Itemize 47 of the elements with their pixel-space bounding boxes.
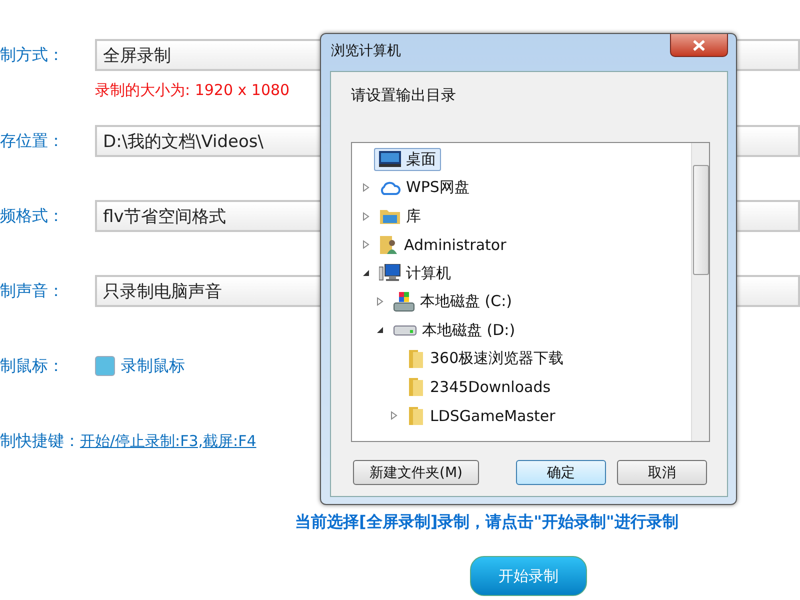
dialog-button[interactable]: 取消	[617, 460, 707, 485]
folder-icon	[407, 377, 425, 398]
field-label: 存位置：	[0, 130, 65, 152]
tree-item[interactable]: 库	[374, 204, 426, 228]
folder-icon	[379, 207, 401, 226]
tree-item[interactable]: LDSGameMaster	[402, 404, 560, 428]
drive-icon	[393, 292, 415, 312]
tree-item[interactable]: 本地磁盘 (C:)	[388, 290, 517, 314]
collapsed-triangle-icon[interactable]	[362, 240, 370, 250]
window-title: 浏览计算机	[331, 42, 401, 60]
collapsed-triangle-icon[interactable]	[362, 212, 370, 221]
field-label: 制快捷键：	[0, 430, 80, 452]
folder-icon	[407, 406, 425, 426]
tree-item[interactable]: Administrator	[374, 232, 512, 257]
tree-item[interactable]: 360极速浏览器下载	[402, 346, 569, 371]
collapsed-triangle-icon[interactable]	[390, 411, 398, 420]
computer-icon	[379, 264, 401, 282]
expanded-triangle-icon[interactable]	[376, 326, 384, 334]
status-message: 当前选择[全屏录制]录制，请点击"开始录制"进行录制	[295, 512, 678, 533]
prompt-text: 请设置输出目录	[351, 86, 456, 105]
monitor-icon	[379, 151, 401, 168]
tree-item[interactable]: 桌面	[374, 148, 441, 171]
field-label: 频格式：	[0, 206, 65, 226]
close-button[interactable]	[670, 34, 728, 57]
drive-icon	[393, 324, 417, 336]
expanded-triangle-icon[interactable]	[362, 269, 370, 278]
tree-item[interactable]: WPS网盘	[374, 176, 474, 200]
close-icon	[693, 40, 705, 50]
tree-item[interactable]: 本地磁盘 (D:)	[388, 318, 520, 342]
field-label: 制鼠标：	[0, 356, 65, 376]
hotkey-link[interactable]: 开始/停止录制:F3,截屏:F4	[80, 432, 256, 450]
dialog-button[interactable]: 确定	[516, 460, 606, 485]
dialog-button[interactable]: 新建文件夹(M)	[353, 460, 479, 485]
field-label: 制声音：	[0, 280, 65, 302]
size-note: 录制的大小为: 1920 x 1080	[95, 80, 290, 100]
checkbox-label[interactable]: 录制鼠标	[121, 356, 185, 376]
folder-icon	[407, 348, 425, 369]
user-folder-icon	[379, 234, 399, 255]
tree-item[interactable]: 2345Downloads	[402, 375, 556, 400]
scroll-thumb[interactable]	[693, 165, 709, 275]
scrollbar[interactable]	[691, 143, 709, 441]
checkbox[interactable]	[95, 356, 115, 376]
cloud-icon	[379, 180, 401, 196]
tree-item[interactable]: 计算机	[374, 262, 456, 285]
collapsed-triangle-icon[interactable]	[376, 297, 384, 306]
collapsed-triangle-icon[interactable]	[362, 183, 370, 192]
field-label: 制方式：	[0, 44, 65, 66]
